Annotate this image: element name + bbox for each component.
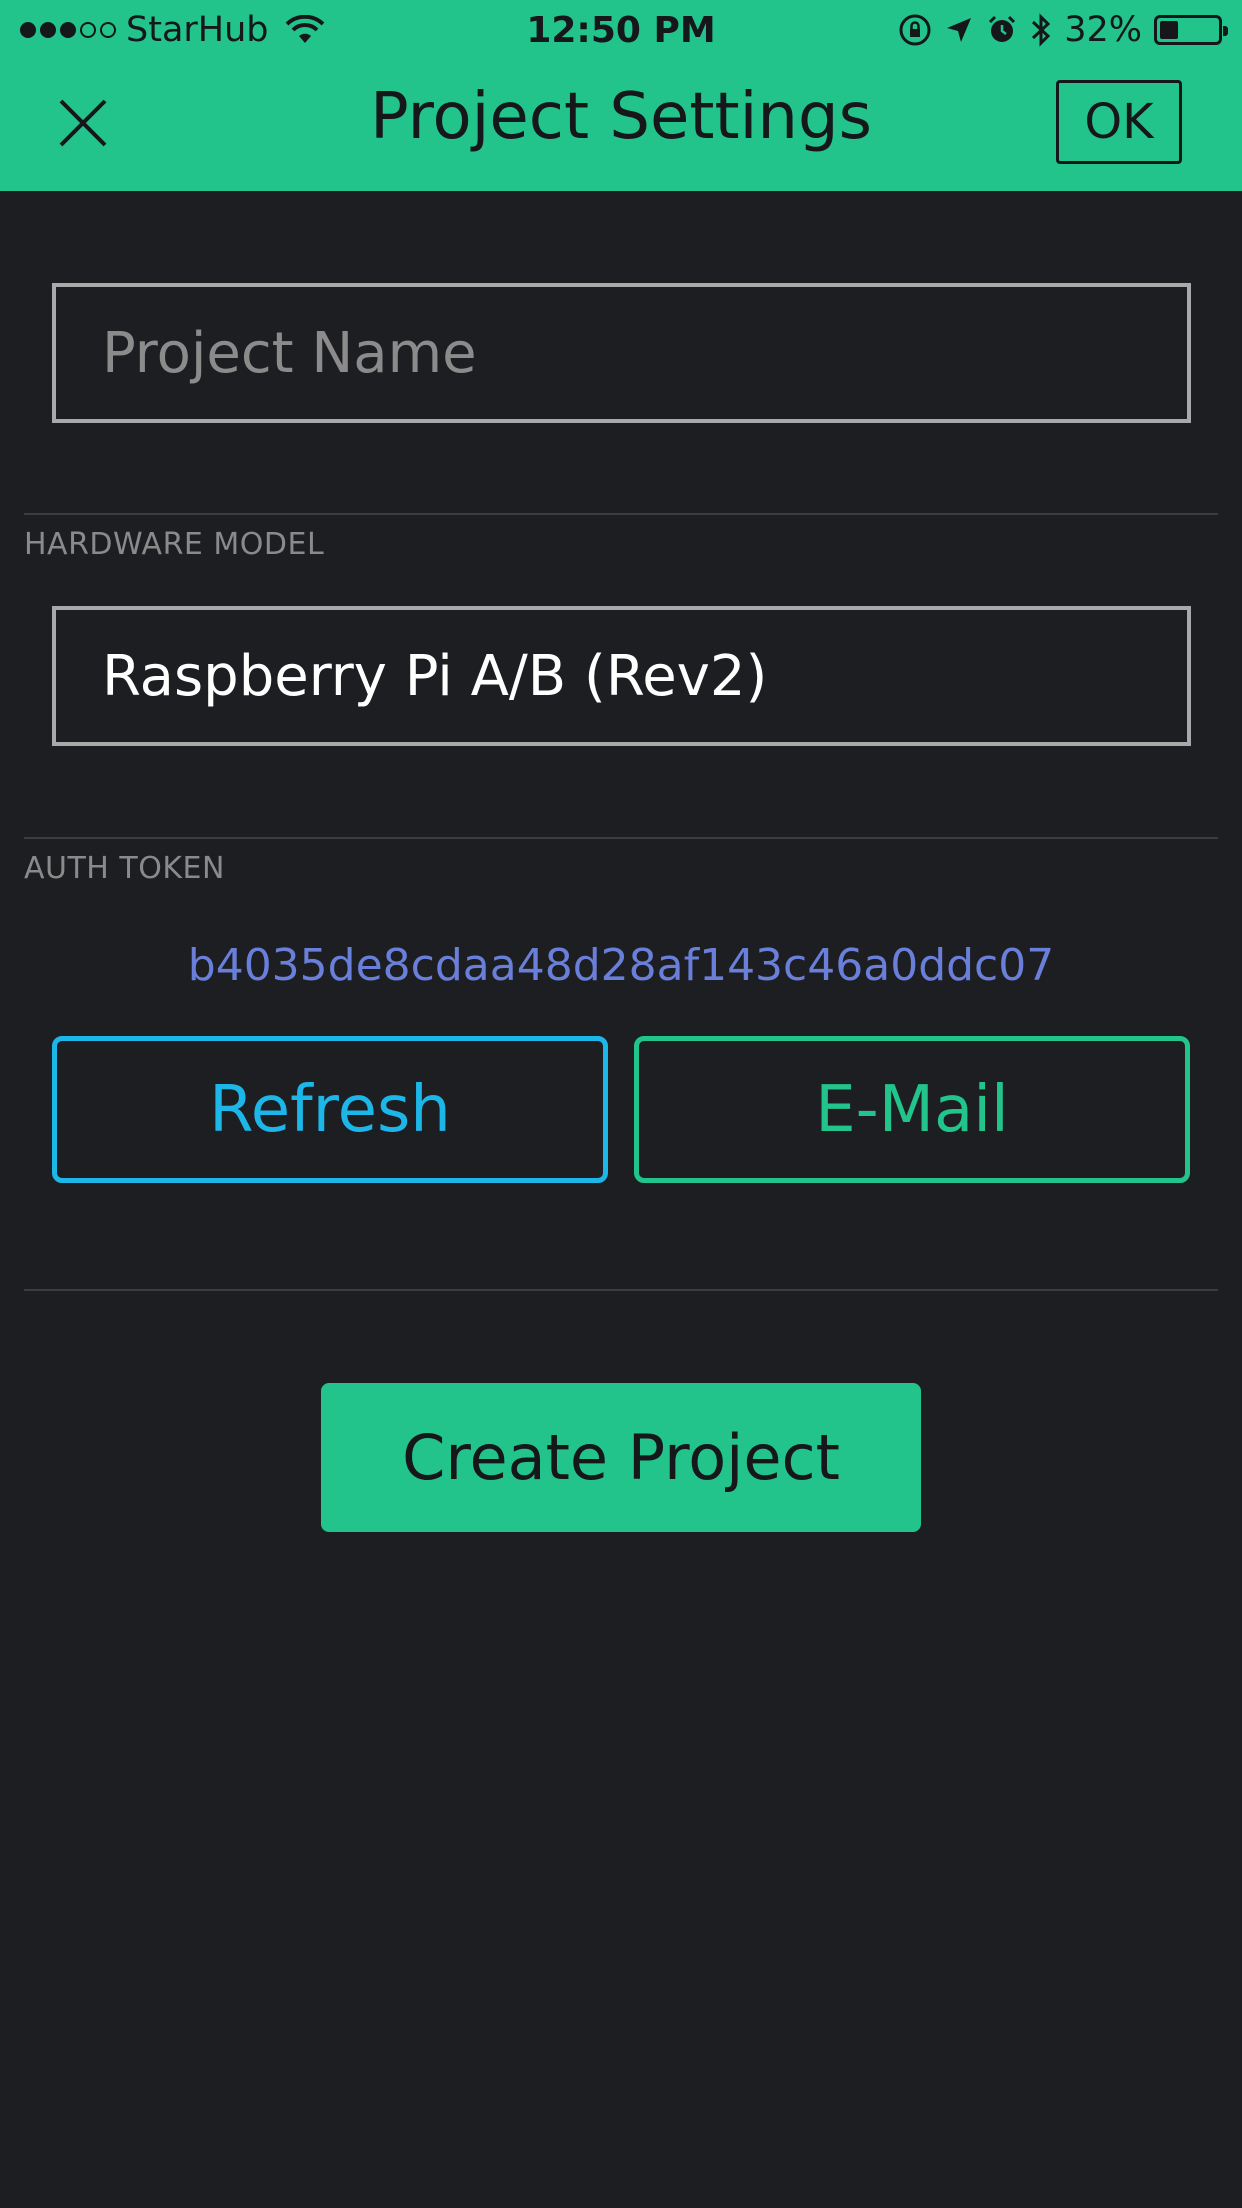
status-bar: StarHub 12:50 PM 32% xyxy=(0,0,1242,62)
refresh-button-label: Refresh xyxy=(209,1072,451,1147)
email-button-label: E-Mail xyxy=(815,1072,1009,1147)
bluetooth-icon xyxy=(1032,13,1051,47)
alarm-icon xyxy=(989,15,1016,42)
auth-token-value[interactable]: b4035de8cdaa48d28af143c46a0ddc07 xyxy=(0,940,1242,991)
divider xyxy=(24,513,1218,515)
orientation-lock-icon xyxy=(899,14,931,46)
auth-token-label: AUTH TOKEN xyxy=(24,851,225,886)
status-right: 32% xyxy=(898,10,1228,50)
create-project-label: Create Project xyxy=(402,1421,840,1494)
ok-button[interactable]: OK xyxy=(1056,80,1182,164)
refresh-token-button[interactable]: Refresh xyxy=(52,1036,608,1183)
divider xyxy=(24,837,1218,839)
app-screen: StarHub 12:50 PM 32% Project Settings OK… xyxy=(0,0,1242,2208)
location-icon xyxy=(947,18,972,42)
header: StarHub 12:50 PM 32% Project Settings OK xyxy=(0,0,1242,191)
battery-percent: 32% xyxy=(1064,10,1142,50)
hardware-model-value: Raspberry Pi A/B (Rev2) xyxy=(102,643,768,709)
close-icon xyxy=(59,99,107,147)
create-project-button[interactable]: Create Project xyxy=(321,1383,921,1532)
battery-fill xyxy=(1160,21,1178,39)
close-button[interactable] xyxy=(48,88,118,158)
battery-icon xyxy=(1154,15,1228,45)
battery-nub xyxy=(1223,26,1228,36)
hardware-model-select[interactable]: Raspberry Pi A/B (Rev2) xyxy=(52,606,1191,746)
hardware-model-label: HARDWARE MODEL xyxy=(24,527,325,562)
email-token-button[interactable]: E-Mail xyxy=(634,1036,1190,1183)
divider xyxy=(24,1289,1218,1291)
project-name-input[interactable] xyxy=(52,283,1191,423)
